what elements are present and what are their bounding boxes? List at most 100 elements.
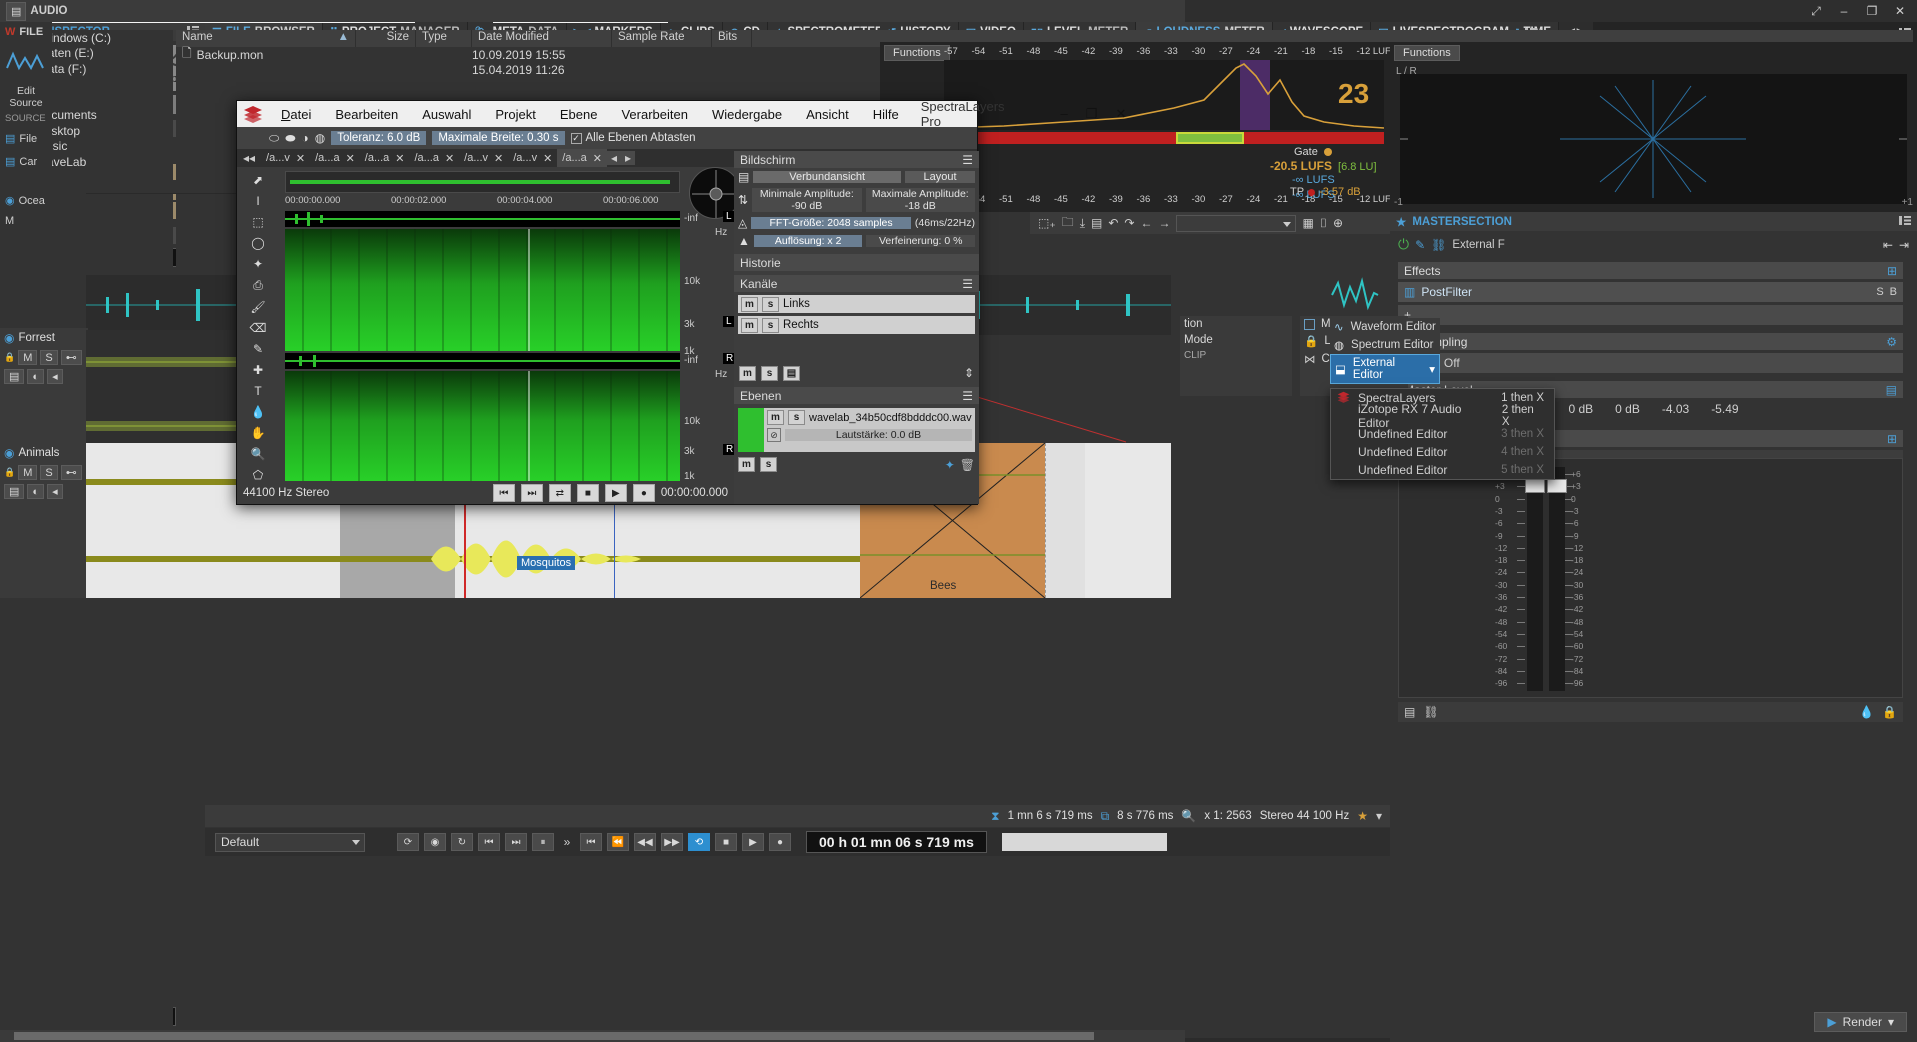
layer-row-mute[interactable]: m [767, 410, 784, 425]
transport-cycle-icon[interactable]: ↻ [451, 833, 473, 851]
sl-tab-2[interactable]: /a...a✕ [360, 149, 410, 167]
track-fx-icon[interactable]: ▤ [4, 484, 24, 499]
track-pan-icon[interactable]: ◐ [27, 369, 44, 384]
transport-prev-icon[interactable]: ⏪ [607, 833, 629, 851]
close-icon[interactable]: ✕ [494, 152, 503, 165]
clip-toolbar[interactable]: ⬚₊ 🗀 ⤓ ▤ ↶ ↷ ← → ▦ ⌷ ⊕ [1030, 212, 1390, 234]
close-icon[interactable]: ✕ [445, 152, 454, 165]
sl-record-icon[interactable]: ● [633, 484, 655, 502]
select-move-icon[interactable]: ⬈ [253, 173, 263, 187]
spectralayers-tool-palette[interactable]: ⬈ I ⬚ ◯ ✦ ⎙ 🖌 ⌫ ✎ ✚ T 💧 ✋ 🔍 ⬠ 🔊 [237, 167, 279, 504]
track-power-icon[interactable]: ◉ [4, 446, 14, 460]
eyedropper-icon[interactable]: 💧 [251, 405, 266, 419]
meter-lock-icon[interactable]: 🔒 [1882, 705, 1897, 719]
clip-fade-region[interactable] [1045, 443, 1085, 598]
spectralayers-menubar[interactable]: Datei Bearbeiten Auswahl Projekt Ebene V… [237, 101, 977, 127]
sl-menu-wiedergabe[interactable]: Wiedergabe [700, 107, 794, 122]
sl-stop-icon[interactable]: ■ [577, 484, 599, 502]
sl-channels-menu-icon[interactable]: ☰ [962, 277, 973, 291]
sl-amplitude-row[interactable]: ⇅ Minimale Amplitude: -90 dB Maximale Am… [734, 186, 979, 214]
channel-mute-button[interactable]: m [741, 297, 758, 312]
open-clip-icon[interactable]: 🗀 [1062, 213, 1074, 234]
sl-tab-nav-left-icon[interactable]: ◂ [607, 151, 621, 165]
brush-shape-1-icon[interactable]: ⬭ [269, 131, 279, 146]
close-icon[interactable]: ✕ [296, 152, 305, 165]
layer-mute-button[interactable]: m [739, 366, 756, 381]
sl-display-menu-icon[interactable]: ☰ [962, 153, 973, 167]
channel-solo-button[interactable]: s [762, 297, 779, 312]
sl-menu-auswahl[interactable]: Auswahl [410, 107, 483, 122]
sl-minimize-icon[interactable]: – [1053, 106, 1076, 122]
restore-all-icon[interactable]: ⤢ [1803, 2, 1829, 20]
save-clip-icon[interactable]: ⤓ [1080, 216, 1085, 231]
track-solo-button[interactable]: S [40, 350, 57, 365]
final-effects-add-icon[interactable]: ⊞ [1887, 432, 1897, 446]
text-cursor-icon[interactable]: I [256, 194, 259, 208]
zoom-tool-icon[interactable]: 🔍 [251, 447, 266, 461]
mastersection-expand-icon[interactable]: ⇥ [1899, 238, 1909, 252]
track-mute-button[interactable]: M [18, 465, 37, 480]
layer-add-icon[interactable]: ✦ [945, 458, 955, 472]
master-meter[interactable]: +6+6+3+300-3-3-6-6-9-9-12-12-18-18-24-24… [1398, 458, 1903, 698]
effect-slot-postfilter[interactable]: ▥ PostFilter S B [1398, 282, 1903, 302]
effect-bypass-flag[interactable]: B [1890, 286, 1897, 298]
sl-resolution-row[interactable]: ▲ Auflösung: x 2 Verfeinerung: 0 % [734, 232, 979, 250]
side-tab-m[interactable]: M [0, 211, 52, 231]
prev-icon[interactable]: ← [1140, 216, 1152, 230]
sl-menu-verarbeiten[interactable]: Verarbeiten [609, 107, 700, 122]
window-controls[interactable]: ⤢ – ❐ ✕ [1803, 2, 1913, 20]
track-pan-icon[interactable]: ◐ [27, 484, 44, 499]
layer-list-button[interactable]: ▤ [783, 366, 800, 381]
render-dropdown-icon[interactable]: ▾ [1888, 1015, 1894, 1029]
status-menu-icon[interactable]: ▾ [1376, 809, 1382, 823]
transport-skip-start-icon[interactable]: ⏮ [580, 833, 602, 851]
new-clip-icon[interactable]: ⬚₊ [1038, 216, 1056, 230]
sl-menu-ansicht[interactable]: Ansicht [794, 107, 861, 122]
layer-row-solo[interactable]: s [788, 410, 805, 425]
close-icon[interactable]: ✕ [346, 152, 355, 165]
sl-layer-toolbar-top[interactable]: m s ▤ ⇕ [734, 364, 979, 382]
layer-delete-icon[interactable]: 🗑 [960, 458, 975, 472]
scrollbar-thumb[interactable] [14, 1032, 1094, 1040]
status-star-icon[interactable]: ★ [1357, 809, 1368, 823]
sl-close-icon[interactable]: ✕ [1107, 106, 1134, 122]
sl-tab-nav-right-icon[interactable]: ▸ [621, 151, 635, 165]
marquee-icon[interactable]: ⬚ [252, 215, 263, 229]
sl-tabs-scroll-left-icon[interactable]: ◂◂ [237, 151, 261, 165]
channel-mute-button[interactable]: m [741, 318, 758, 333]
transport-forward-icon[interactable]: ▶▶ [661, 833, 683, 851]
transport-record-icon[interactable]: ● [769, 833, 791, 851]
brush-shape-4-icon[interactable]: ◍ [315, 131, 325, 145]
close-icon[interactable]: ✕ [1887, 2, 1913, 20]
transport-speaker-icon[interactable]: ◉ [424, 833, 446, 851]
edit-icon[interactable]: ✎ [1415, 238, 1425, 252]
render-button[interactable]: ▶ Render ▾ [1814, 1012, 1907, 1032]
spectralayers-window[interactable]: Datei Bearbeiten Auswahl Projekt Ebene V… [236, 100, 978, 505]
minimize-icon[interactable]: – [1831, 2, 1857, 20]
channel-solo-button[interactable]: s [762, 318, 779, 333]
layer-solo-button[interactable]: s [761, 366, 778, 381]
sl-skip-forward-icon[interactable]: ⏭ [521, 484, 543, 502]
next-icon[interactable]: → [1158, 216, 1170, 230]
sl-overview-strip[interactable] [285, 171, 680, 193]
side-tab-ocean[interactable]: ◉Ocea [0, 172, 52, 211]
effects-add-icon[interactable]: ⊞ [1887, 264, 1897, 278]
sl-tab-6[interactable]: /a...a✕ [557, 149, 607, 167]
track-more-icon[interactable]: ◂ [47, 484, 63, 499]
menu-item-waveform-editor[interactable]: ∿ Waveform Editor [1330, 318, 1440, 336]
meter-drop-icon[interactable]: 💧 [1859, 705, 1874, 719]
sl-menu-ebene[interactable]: Ebene [548, 107, 610, 122]
transport-position-slider[interactable] [1002, 833, 1167, 851]
tolerance-field[interactable]: Toleranz: 6.0 dB [331, 131, 426, 145]
track-fx-icon[interactable]: ▤ [4, 369, 24, 384]
restore-icon[interactable]: ❐ [1859, 2, 1885, 20]
audio-tab-icon[interactable]: ▤ [6, 2, 26, 21]
meter-fader-left[interactable] [1525, 479, 1545, 493]
magic-wand-icon[interactable]: ✦ [253, 257, 263, 271]
sl-tab-1[interactable]: /a...a✕ [310, 149, 360, 167]
brush-icon[interactable]: 🖌 [250, 300, 265, 314]
hand-icon[interactable]: ✋ [251, 426, 266, 440]
layer-solo-all[interactable]: s [760, 457, 777, 472]
sl-combined-view-row[interactable]: ▤ Verbundansicht Layout [734, 168, 979, 186]
sl-time-ruler[interactable]: 00:00:00.000 00:00:02.000 00:00:04.000 0… [285, 195, 680, 209]
